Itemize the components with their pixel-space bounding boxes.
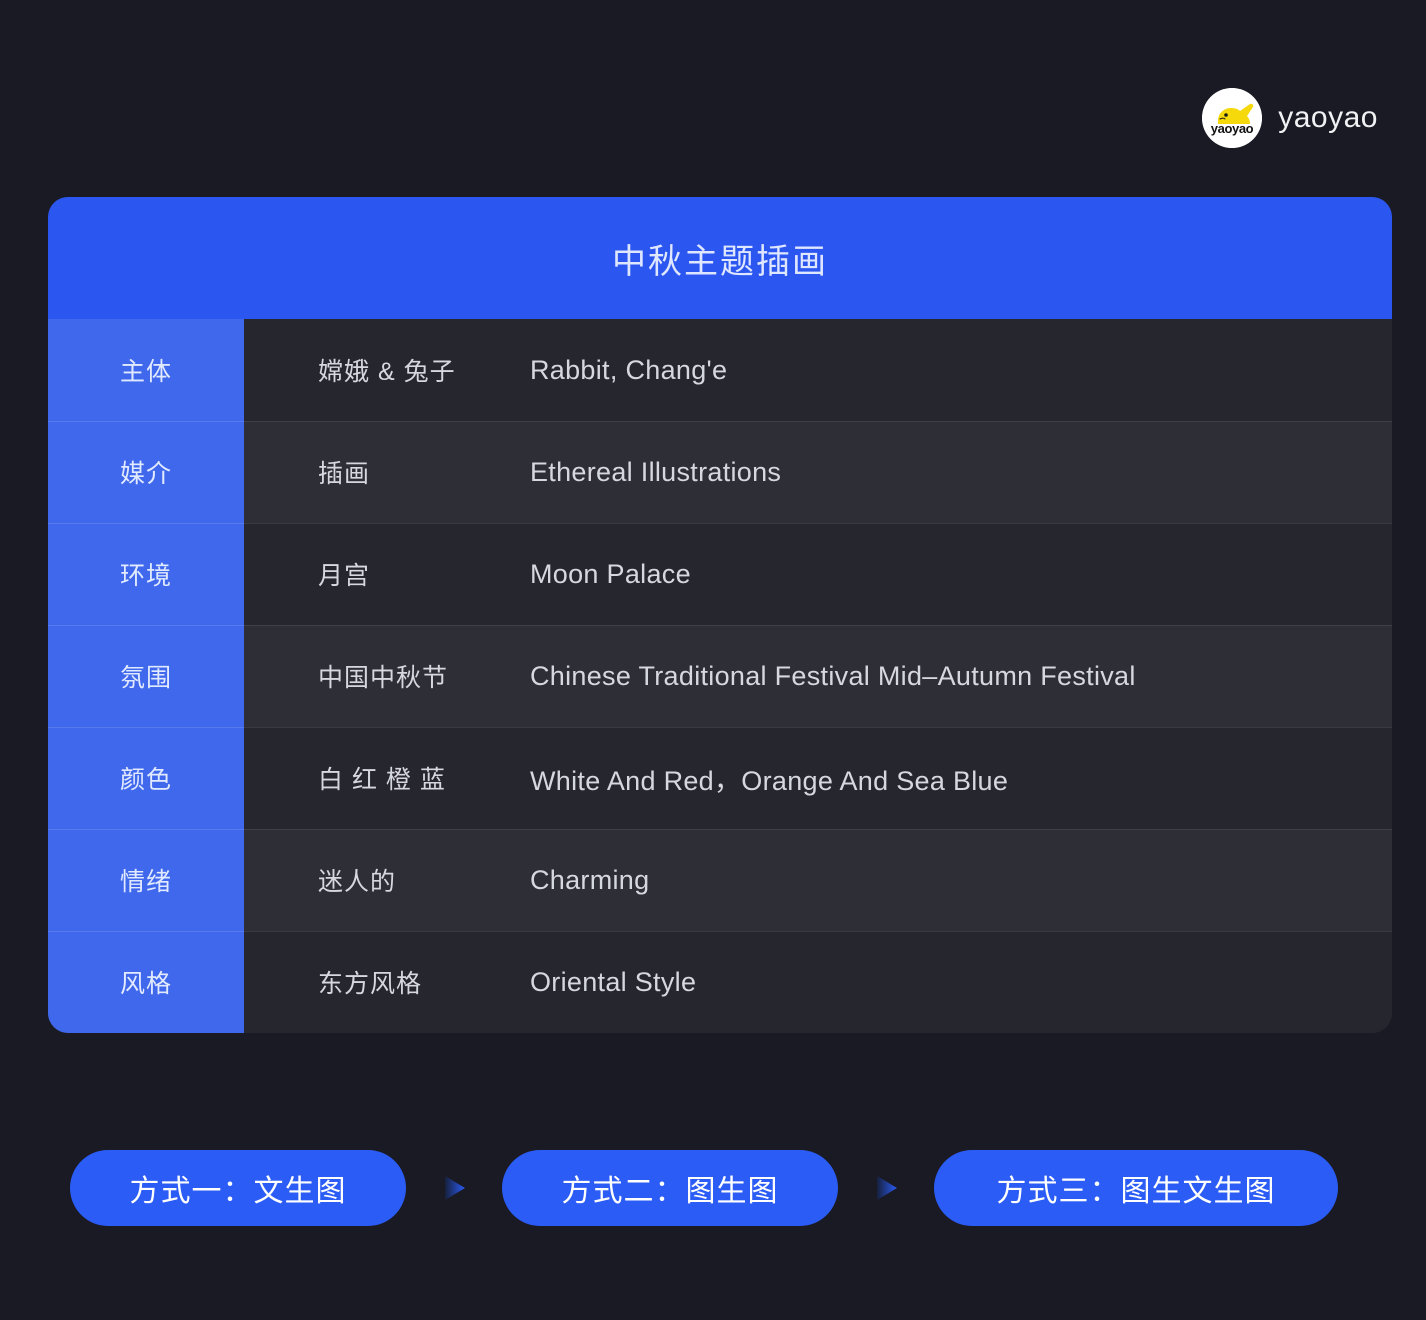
workflow-steps: 方式一：文生图 方式二：图生图 方式三：图生文生图 bbox=[70, 1150, 1338, 1226]
table-row: 环境 月宫 Moon Palace bbox=[48, 523, 1392, 625]
row-value-cn: 迷人的 bbox=[244, 829, 518, 931]
flow-step-1-button[interactable]: 方式一：文生图 bbox=[70, 1150, 406, 1226]
row-value-en: Charming bbox=[518, 829, 1392, 931]
row-value-en: Oriental Style bbox=[518, 931, 1392, 1033]
table-body: 主体 嫦娥 & 兔子 Rabbit, Chang'e 媒介 插画 Etherea… bbox=[48, 319, 1392, 1033]
row-value-cn: 中国中秋节 bbox=[244, 625, 518, 727]
row-value-en: Ethereal Illustrations bbox=[518, 421, 1392, 523]
row-label-environment: 环境 bbox=[48, 523, 244, 625]
table-row: 风格 东方风格 Oriental Style bbox=[48, 931, 1392, 1033]
svg-text:yaoyao: yaoyao bbox=[1211, 121, 1254, 136]
prompt-attributes-table: 中秋主题插画 主体 嫦娥 & 兔子 Rabbit, Chang'e 媒介 插画 … bbox=[48, 197, 1392, 1033]
row-value-cn: 插画 bbox=[244, 421, 518, 523]
row-label-medium: 媒介 bbox=[48, 421, 244, 523]
row-value-cn: 月宫 bbox=[244, 523, 518, 625]
row-label-color: 颜色 bbox=[48, 727, 244, 829]
row-value-en: Chinese Traditional Festival Mid–Autumn … bbox=[518, 625, 1392, 727]
triangle-right-icon bbox=[838, 1168, 934, 1208]
page-title: 中秋主题插画 bbox=[612, 242, 828, 281]
row-value-en: Rabbit, Chang'e bbox=[518, 319, 1392, 421]
row-value-cn: 白 红 橙 蓝 bbox=[244, 727, 518, 829]
table-header: 中秋主题插画 bbox=[48, 197, 1392, 319]
flow-step-2-button[interactable]: 方式二：图生图 bbox=[502, 1150, 838, 1226]
rabbit-logo-icon: yaoyao bbox=[1202, 88, 1263, 148]
row-label-mood: 情绪 bbox=[48, 829, 244, 931]
row-label-subject: 主体 bbox=[48, 319, 244, 421]
brand-name: yaoyao bbox=[1278, 101, 1378, 134]
row-label-atmosphere: 氛围 bbox=[48, 625, 244, 727]
table-row: 情绪 迷人的 Charming bbox=[48, 829, 1392, 931]
table-row: 氛围 中国中秋节 Chinese Traditional Festival Mi… bbox=[48, 625, 1392, 727]
table-row: 媒介 插画 Ethereal Illustrations bbox=[48, 421, 1392, 523]
brand-logo: yaoyao yaoyao bbox=[1202, 88, 1378, 148]
table-row: 颜色 白 红 橙 蓝 White And Red，Orange And Sea … bbox=[48, 727, 1392, 829]
row-value-cn: 嫦娥 & 兔子 bbox=[244, 319, 518, 421]
table-row: 主体 嫦娥 & 兔子 Rabbit, Chang'e bbox=[48, 319, 1392, 421]
flow-step-3-button[interactable]: 方式三：图生文生图 bbox=[934, 1150, 1338, 1226]
triangle-right-icon bbox=[406, 1168, 502, 1208]
row-value-en: White And Red，Orange And Sea Blue bbox=[518, 727, 1392, 829]
row-value-en: Moon Palace bbox=[518, 523, 1392, 625]
row-value-cn: 东方风格 bbox=[244, 931, 518, 1033]
row-label-style: 风格 bbox=[48, 931, 244, 1033]
